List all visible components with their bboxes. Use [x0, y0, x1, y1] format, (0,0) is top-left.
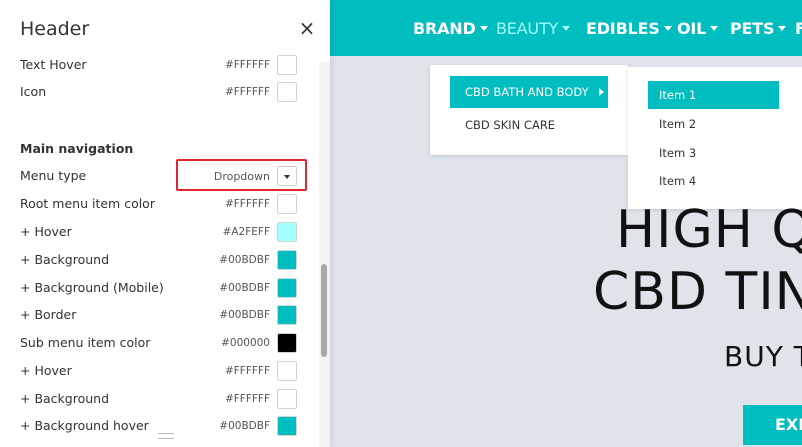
- color-hex-value: #FFFFFF: [224, 86, 270, 98]
- hero-subheading: BUY T: [724, 340, 802, 373]
- setting-row-root-background-mobile: + Background (Mobile) #00BDBF: [0, 276, 310, 300]
- setting-row-sub-hover: + Hover #FFFFFF: [0, 359, 310, 383]
- nav-item-label: PETS: [730, 19, 775, 38]
- setting-label: + Background: [20, 391, 110, 406]
- dropdown-item-cbd-bath-and-body[interactable]: CBD BATH AND BODY: [450, 76, 608, 108]
- submenu-item-2[interactable]: Item 2: [648, 110, 779, 138]
- caret-down-icon: [284, 175, 290, 179]
- caret-down-icon: [710, 25, 719, 31]
- setting-row-root-background: + Background #00BDBF: [0, 248, 310, 272]
- setting-row-icon: Icon #FFFFFF: [0, 80, 310, 104]
- nav-item-beauty[interactable]: BEAUTY: [496, 19, 571, 39]
- hero-explore-button[interactable]: EXP: [743, 405, 802, 445]
- submenu-dropdown: Item 1 Item 2 Item 3 Item 4: [628, 67, 802, 209]
- section-title-main-navigation: Main navigation: [20, 141, 134, 156]
- color-hex-value: #00BDBF: [219, 282, 270, 294]
- setting-row-sub-background: + Background #FFFFFF: [0, 387, 310, 411]
- nav-item-brand[interactable]: BRAND: [413, 19, 488, 39]
- color-hex-value: #FFFFFF: [224, 59, 270, 71]
- menu-type-select-button[interactable]: [277, 166, 297, 186]
- color-hex-value: #FFFFFF: [224, 393, 270, 405]
- caret-down-icon: [778, 25, 787, 31]
- setting-label: Menu type: [20, 168, 87, 183]
- color-hex-value: #A2FEFF: [222, 226, 270, 238]
- setting-label: + Background hover: [20, 418, 149, 433]
- color-swatch[interactable]: [277, 333, 297, 353]
- nav-item-label: F: [795, 19, 802, 38]
- nav-item-label: OIL: [677, 19, 707, 38]
- color-swatch[interactable]: [277, 278, 297, 298]
- menu-type-select-value[interactable]: Dropdown: [214, 170, 270, 183]
- submenu-item-3[interactable]: Item 3: [648, 139, 779, 167]
- nav-item-label: EDIBLES: [586, 19, 660, 38]
- caret-down-icon: [562, 25, 571, 31]
- setting-row-root-menu-item-color: Root menu item color #FFFFFF: [0, 192, 310, 216]
- setting-row-text-hover: Text Hover #FFFFFF: [0, 53, 310, 77]
- nav-item-pets[interactable]: PETS: [730, 19, 787, 39]
- color-swatch[interactable]: [277, 389, 297, 409]
- nav-item-f[interactable]: F: [795, 19, 802, 39]
- scrollbar-thumb[interactable]: [321, 264, 327, 357]
- setting-label: Icon: [20, 84, 47, 99]
- setting-row-menu-type: Menu type Dropdown: [0, 164, 310, 188]
- nav-item-edibles[interactable]: EDIBLES: [586, 19, 672, 39]
- dropdown-item-cbd-skin-care[interactable]: CBD SKIN CARE: [450, 109, 608, 141]
- submenu-item-1[interactable]: Item 1: [648, 81, 779, 109]
- caret-down-icon: [479, 25, 488, 31]
- caret-down-icon: [663, 25, 672, 31]
- setting-label: Text Hover: [20, 57, 87, 72]
- setting-row-sub-background-hover: + Background hover #00BDBF: [0, 414, 310, 438]
- color-hex-value: #00BDBF: [219, 254, 270, 266]
- dropdown-item-label: CBD SKIN CARE: [465, 118, 556, 132]
- setting-label: + Hover: [20, 363, 72, 378]
- close-icon[interactable]: ×: [296, 16, 318, 40]
- color-swatch[interactable]: [277, 82, 297, 102]
- screen: BRAND BEAUTY EDIBLES OIL PETS F CBD BATH…: [0, 0, 802, 447]
- setting-label: Root menu item color: [20, 196, 155, 211]
- resize-handle-icon[interactable]: [158, 433, 174, 439]
- color-hex-value: #00BDBF: [219, 309, 270, 321]
- hero-heading-line-2: CBD TIN: [593, 262, 802, 322]
- panel-scrollbar[interactable]: [319, 62, 330, 447]
- color-swatch[interactable]: [277, 250, 297, 270]
- color-swatch[interactable]: [277, 194, 297, 214]
- caret-right-icon: [599, 88, 604, 96]
- color-swatch[interactable]: [277, 305, 297, 325]
- setting-label: + Background (Mobile): [20, 280, 164, 295]
- nav-item-oil[interactable]: OIL: [677, 19, 719, 39]
- site-preview: BRAND BEAUTY EDIBLES OIL PETS F CBD BATH…: [330, 0, 802, 447]
- setting-label: + Border: [20, 307, 77, 322]
- color-hex-value: #000000: [221, 337, 270, 349]
- color-swatch[interactable]: [277, 55, 297, 75]
- panel-header: Header ×: [0, 0, 330, 58]
- header-settings-panel: Header × Text Hover #FFFFFF Icon #FFFFFF…: [0, 0, 330, 447]
- dropdown-item-label: CBD BATH AND BODY: [465, 85, 589, 99]
- setting-label: + Hover: [20, 224, 72, 239]
- color-hex-value: #FFFFFF: [224, 365, 270, 377]
- nav-item-label: BRAND: [413, 19, 476, 38]
- setting-row-sub-menu-item-color: Sub menu item color #000000: [0, 331, 310, 355]
- setting-row-root-border: + Border #00BDBF: [0, 303, 310, 327]
- beauty-dropdown: CBD BATH AND BODY CBD SKIN CARE: [430, 65, 628, 155]
- submenu-item-4[interactable]: Item 4: [648, 167, 779, 195]
- nav-item-label: BEAUTY: [496, 19, 559, 38]
- color-hex-value: #00BDBF: [219, 420, 270, 432]
- color-hex-value: #FFFFFF: [224, 198, 270, 210]
- site-nav-bar: BRAND BEAUTY EDIBLES OIL PETS F: [330, 0, 802, 56]
- color-swatch[interactable]: [277, 222, 297, 242]
- hero-heading-line-1: HIGH Q: [616, 200, 802, 260]
- color-swatch[interactable]: [277, 361, 297, 381]
- setting-row-root-hover: + Hover #A2FEFF: [0, 220, 310, 244]
- color-swatch[interactable]: [277, 416, 297, 436]
- setting-label: + Background: [20, 252, 110, 267]
- setting-label: Sub menu item color: [20, 335, 151, 350]
- panel-title: Header: [20, 18, 90, 40]
